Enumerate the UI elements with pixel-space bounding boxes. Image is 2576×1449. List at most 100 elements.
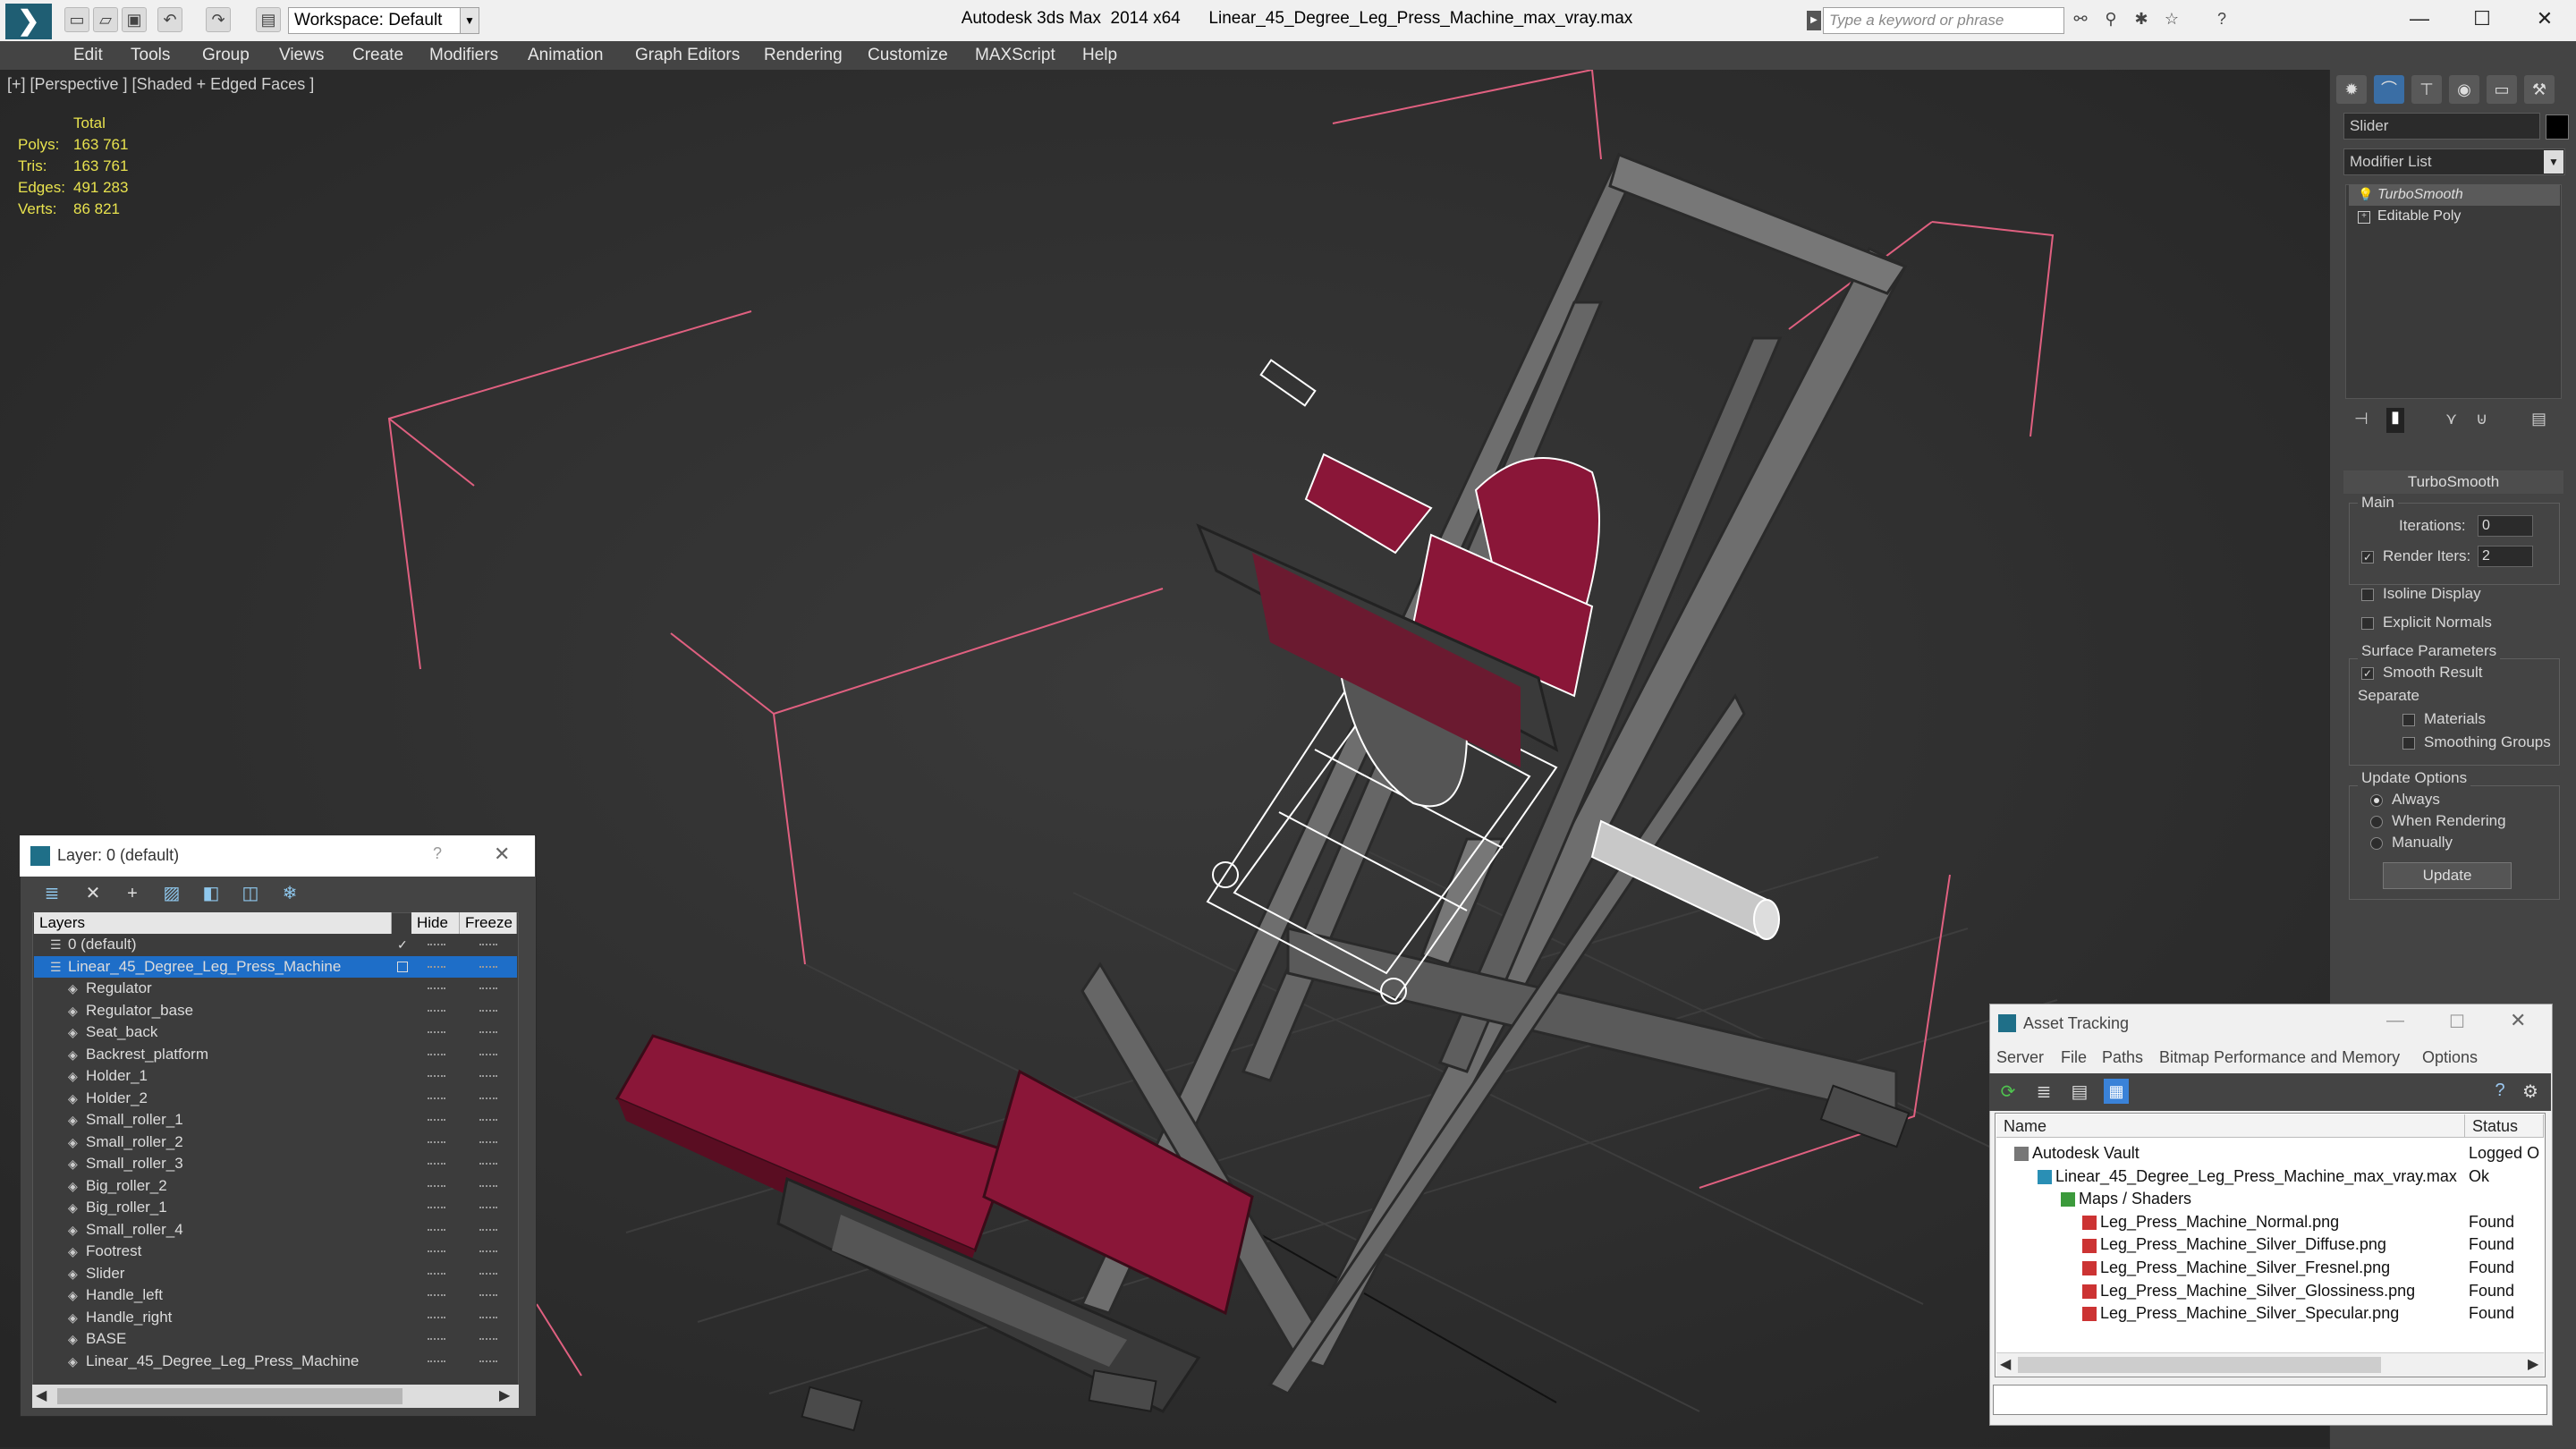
hierarchy-tab-icon[interactable]: ⊤: [2411, 75, 2442, 104]
asset-row[interactable]: Leg_Press_Machine_Normal.png Found: [1996, 1210, 2544, 1233]
scrollbar-thumb[interactable]: [2018, 1357, 2381, 1373]
render-iters-checkbox[interactable]: ✓: [2361, 551, 2374, 564]
iterations-spinner[interactable]: 0: [2478, 515, 2533, 537]
maximize-icon[interactable]: ☐: [2449, 1011, 2465, 1033]
column-header-layers[interactable]: Layers: [34, 912, 392, 934]
menu-help[interactable]: Help: [1082, 41, 1117, 70]
close-icon[interactable]: ✕: [494, 843, 510, 866]
chevron-right-icon[interactable]: ▶: [499, 1386, 510, 1404]
make-unique-icon[interactable]: ⋎: [2445, 410, 2457, 428]
freeze-toggle[interactable]: [479, 1097, 497, 1101]
layer-row[interactable]: ◈ Backrest_platform: [34, 1044, 517, 1065]
asset-row[interactable]: Maps / Shaders: [1996, 1187, 2544, 1210]
asset-row[interactable]: Autodesk Vault Logged O: [1996, 1141, 2544, 1165]
display-tab-icon[interactable]: ▭: [2487, 75, 2517, 104]
turbosmooth-rollout-title[interactable]: TurboSmooth: [2343, 470, 2563, 494]
configure-sets-icon[interactable]: ▤: [2531, 410, 2546, 428]
layer-row[interactable]: ◈ Linear_45_Degree_Leg_Press_Machine: [34, 1351, 517, 1372]
add-to-layer-icon[interactable]: +: [116, 880, 148, 907]
help-icon[interactable]: ?: [2209, 7, 2234, 32]
smooth-result-checkbox[interactable]: ✓: [2361, 667, 2374, 680]
layer-row[interactable]: ◈ Small_roller_2: [34, 1131, 517, 1153]
new-layer-icon[interactable]: ≣: [36, 880, 68, 907]
workspace-dropdown[interactable]: Workspace: Default: [288, 7, 478, 34]
isoline-display-checkbox[interactable]: [2361, 589, 2374, 601]
object-name-input[interactable]: Slider: [2343, 113, 2540, 140]
chevron-left-icon[interactable]: ◀: [36, 1386, 47, 1404]
asset-window-titlebar[interactable]: Asset Tracking — ☐ ✕: [1989, 1004, 2551, 1043]
hide-toggle[interactable]: [428, 1184, 445, 1189]
hide-toggle[interactable]: [428, 1075, 445, 1079]
asset-menu-server[interactable]: Server: [1996, 1045, 2044, 1070]
help-icon[interactable]: ?: [2488, 1080, 2512, 1104]
column-header-hide[interactable]: Hide: [411, 912, 460, 934]
materials-checkbox[interactable]: [2402, 714, 2415, 726]
minimize-icon[interactable]: —: [2388, 0, 2451, 39]
asset-row[interactable]: Leg_Press_Machine_Silver_Diffuse.png Foun…: [1996, 1233, 2544, 1256]
layer-row[interactable]: ◈ Holder_1: [34, 1065, 517, 1087]
layer-row[interactable]: ◈ Handle_left: [34, 1284, 517, 1306]
freeze-toggle[interactable]: [479, 1163, 497, 1166]
asset-menu-bitmap-performance[interactable]: Bitmap Performance and Memory: [2159, 1045, 2400, 1070]
modifier-list-dropdown[interactable]: Modifier List: [2343, 148, 2565, 175]
hide-toggle[interactable]: [428, 944, 445, 947]
always-radio[interactable]: [2370, 794, 2383, 807]
layer-row[interactable]: ◈ Seat_back: [34, 1021, 517, 1043]
freeze-toggle[interactable]: [479, 1053, 497, 1057]
hide-toggle[interactable]: [428, 1009, 445, 1013]
layer-window-titlebar[interactable]: Layer: 0 (default) ? ✕: [20, 835, 535, 877]
freeze-toggle[interactable]: [479, 1140, 497, 1145]
menu-maxscript[interactable]: MAXScript: [975, 41, 1055, 70]
freeze-toggle[interactable]: [479, 1207, 497, 1210]
menu-customize[interactable]: Customize: [868, 41, 948, 70]
play-icon[interactable]: ▶: [1807, 11, 1821, 30]
hide-toggle[interactable]: [428, 1163, 445, 1166]
subscription-icon[interactable]: ⚲: [2098, 7, 2123, 32]
redo-icon[interactable]: ↷: [206, 7, 231, 32]
stack-item-turbosmooth[interactable]: TurboSmooth: [2349, 184, 2560, 206]
create-tab-icon[interactable]: ✹: [2336, 75, 2367, 104]
column-header-name[interactable]: Name: [1996, 1114, 2465, 1138]
asset-row[interactable]: Linear_45_Degree_Leg_Press_Machine_max_v…: [1996, 1165, 2544, 1188]
modify-tab-icon[interactable]: ⌒: [2374, 75, 2404, 104]
layer-row[interactable]: ◈ Big_roller_2: [34, 1175, 517, 1197]
freeze-toggle[interactable]: [479, 944, 497, 947]
asset-row[interactable]: Leg_Press_Machine_Silver_Glossiness.png F…: [1996, 1279, 2544, 1302]
motion-tab-icon[interactable]: ◉: [2449, 75, 2479, 104]
hide-toggle[interactable]: [428, 1272, 445, 1276]
layer-row[interactable]: ◈ Big_roller_1: [34, 1197, 517, 1218]
update-button[interactable]: Update: [2383, 862, 2512, 889]
hide-toggle[interactable]: [428, 1228, 445, 1233]
hide-toggle[interactable]: [428, 1119, 445, 1123]
undo-icon[interactable]: ↶: [157, 7, 182, 32]
chevron-down-icon[interactable]: ▼: [2544, 150, 2563, 174]
communication-icon[interactable]: ✱: [2129, 7, 2154, 32]
asset-menu-options[interactable]: Options: [2422, 1045, 2478, 1070]
freeze-toggle[interactable]: [479, 1228, 497, 1233]
hide-toggle[interactable]: [428, 1316, 445, 1320]
table-view-icon[interactable]: ▦: [2104, 1079, 2129, 1104]
current-layer-check-icon[interactable]: ✓: [397, 934, 408, 955]
layer-row[interactable]: ◈ Holder_2: [34, 1088, 517, 1109]
freeze-toggle[interactable]: [479, 1031, 497, 1035]
close-icon[interactable]: ✕: [2510, 1009, 2526, 1032]
select-objects-icon[interactable]: ▨: [156, 880, 188, 907]
asset-row[interactable]: Leg_Press_Machine_Silver_Fresnel.png Foun…: [1996, 1256, 2544, 1279]
column-header-freeze[interactable]: Freeze: [460, 912, 517, 934]
freeze-toggle[interactable]: [479, 1119, 497, 1123]
freeze-toggle[interactable]: [479, 1360, 497, 1364]
object-color-swatch[interactable]: [2546, 114, 2569, 140]
asset-horizontal-scrollbar[interactable]: ◀ ▶: [1996, 1352, 2544, 1377]
freeze-toggle[interactable]: [479, 1272, 497, 1276]
utilities-tab-icon[interactable]: ⚒: [2524, 75, 2555, 104]
minimize-icon[interactable]: —: [2386, 1011, 2404, 1031]
layer-row[interactable]: ◈ Handle_right: [34, 1307, 517, 1328]
asset-menu-file[interactable]: File: [2061, 1045, 2087, 1070]
expand-plus-icon[interactable]: +: [2358, 211, 2370, 224]
hide-toggle[interactable]: [428, 1031, 445, 1035]
freeze-toggle[interactable]: [479, 1294, 497, 1298]
layer-horizontal-scrollbar[interactable]: ◀ ▶: [32, 1385, 519, 1408]
favorites-star-icon[interactable]: ☆: [2159, 7, 2184, 32]
viewport-label[interactable]: [+] [Perspective ] [Shaded + Edged Faces…: [7, 75, 314, 94]
freeze-all-layers-icon[interactable]: ❄: [274, 880, 306, 907]
